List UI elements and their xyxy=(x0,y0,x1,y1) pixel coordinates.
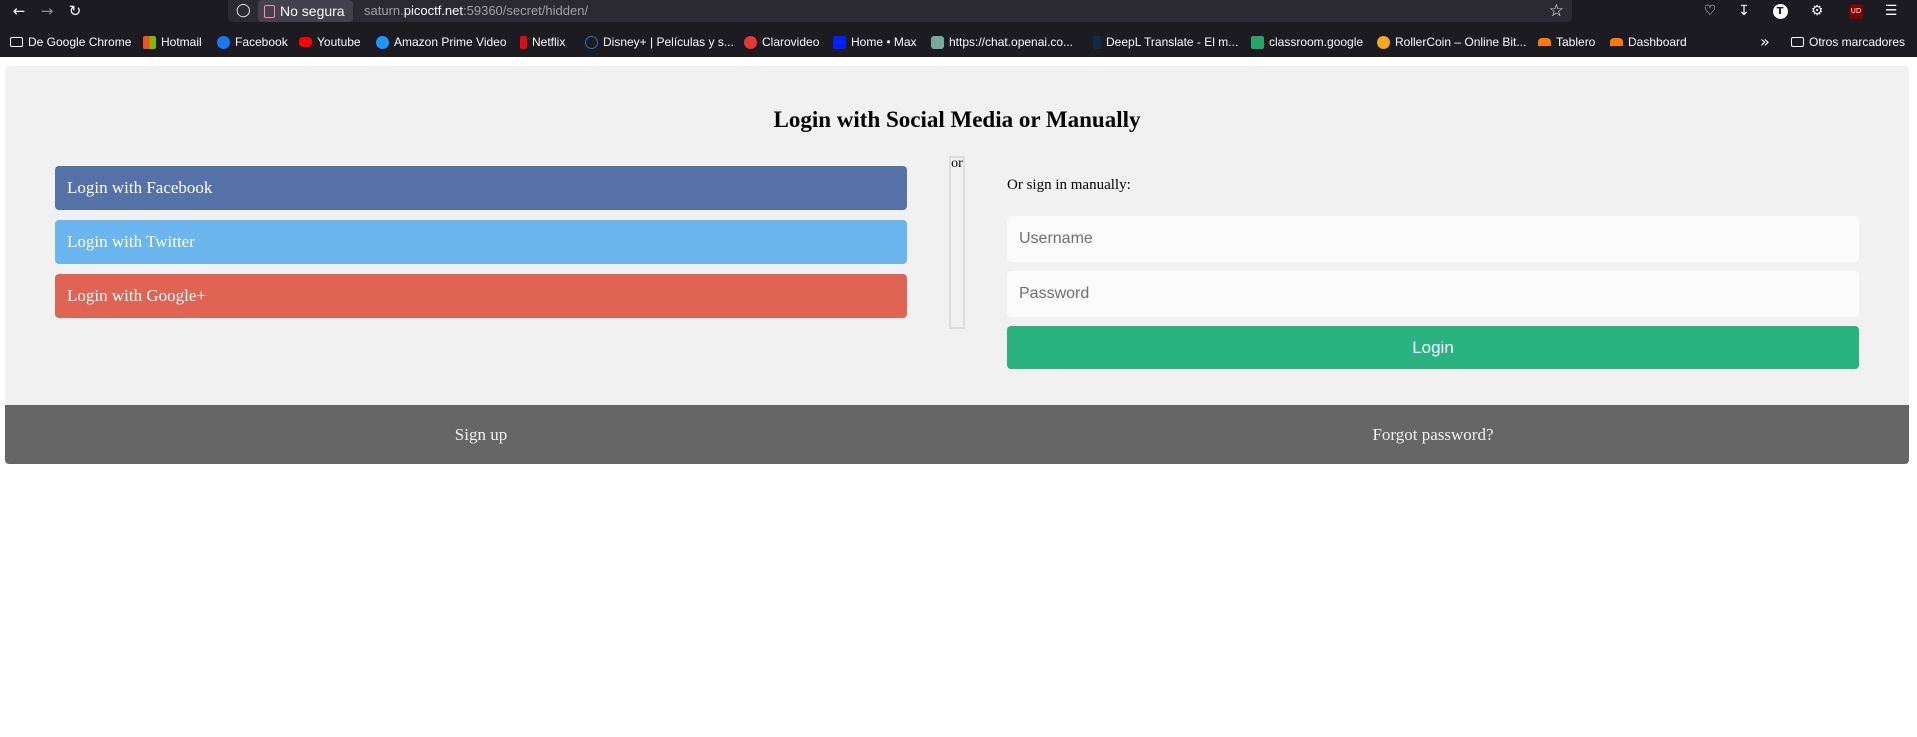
bookmark-label: Dashboard xyxy=(1628,35,1687,49)
bookmark-item[interactable]: Home • Max xyxy=(833,34,917,50)
password-input[interactable] xyxy=(1007,271,1859,317)
login-google-button[interactable]: Login with Google+ xyxy=(55,274,907,318)
bookmark-item[interactable]: classroom.google xyxy=(1251,34,1363,50)
login-facebook-button[interactable]: Login with Facebook xyxy=(55,166,907,210)
bookmark-label: Hotmail xyxy=(161,35,202,49)
prime-video-icon xyxy=(376,35,389,49)
other-bookmarks[interactable]: Otros marcadores xyxy=(1791,34,1905,50)
netflix-icon xyxy=(520,35,527,49)
bookmark-item[interactable]: Facebook xyxy=(217,34,288,50)
bookmark-label: Facebook xyxy=(235,35,288,49)
bookmark-label: Amazon Prime Video xyxy=(394,35,507,49)
folder-icon xyxy=(1791,37,1804,47)
login-button[interactable]: Login xyxy=(1007,326,1859,369)
bookmark-item[interactable]: Amazon Prime Video xyxy=(376,34,507,50)
signup-link[interactable]: Sign up xyxy=(5,405,957,464)
login-twitter-button[interactable]: Login with Twitter xyxy=(55,220,907,264)
ublock-badge: UD xyxy=(1849,3,1863,19)
bookmark-label: Clarovideo xyxy=(762,35,820,49)
bookmark-item[interactable]: Clarovideo xyxy=(744,34,819,50)
menu-icon[interactable]: ☰ xyxy=(1880,1,1902,21)
url-path: :59360/secret/hidden/ xyxy=(463,3,589,18)
max-icon xyxy=(833,35,846,49)
rollercoin-icon xyxy=(1377,35,1390,49)
url-subdomain: saturn. xyxy=(364,3,404,18)
bookmark-item[interactable]: RollerCoin – Online Bit... xyxy=(1377,34,1526,50)
back-arrow-icon[interactable]: ← xyxy=(4,0,34,22)
classroom-icon xyxy=(1251,35,1264,49)
or-label: or xyxy=(951,156,963,171)
login-container: Login with Social Media or Manually Logi… xyxy=(5,66,1909,405)
bookmark-item[interactable]: Dashboard xyxy=(1610,34,1687,50)
microsoft-icon xyxy=(143,35,156,49)
bookmark-label: https://chat.openai.co... xyxy=(949,35,1074,49)
footer-bar: Sign up Forgot password? xyxy=(5,405,1909,464)
disney-icon xyxy=(585,35,598,49)
username-input[interactable] xyxy=(1007,216,1859,262)
account-avatar[interactable]: T xyxy=(1769,1,1791,21)
pocket-icon[interactable]: ♡ xyxy=(1699,1,1721,21)
vertical-divider xyxy=(949,156,965,329)
other-bookmarks-label: Otros marcadores xyxy=(1809,35,1906,49)
address-bar[interactable]: ◯ No segura saturn.picoctf.net:59360/sec… xyxy=(228,0,1572,22)
forward-arrow-icon[interactable]: → xyxy=(32,0,62,22)
url-domain: picoctf.net xyxy=(403,3,464,18)
facebook-icon xyxy=(217,35,230,49)
bookmarks-overflow-icon[interactable]: » xyxy=(1760,32,1770,51)
tracking-shield-icon[interactable]: ◯ xyxy=(236,3,251,18)
dashboard-icon xyxy=(1610,38,1623,46)
bookmark-label: RollerCoin – Online Bit... xyxy=(1395,35,1527,49)
bookmark-label: classroom.google xyxy=(1269,35,1364,49)
bookmark-item[interactable]: Netflix xyxy=(520,34,565,50)
openai-icon xyxy=(931,35,944,49)
bookmark-item[interactable]: https://chat.openai.co... xyxy=(931,34,1073,50)
reload-icon[interactable]: ↻ xyxy=(60,0,90,22)
bookmark-label: Home • Max xyxy=(851,35,917,49)
bookmark-label: DeepL Translate - El m... xyxy=(1106,35,1239,49)
manual-signin-hint: Or sign in manually: xyxy=(1007,177,1131,193)
bookmarks-bar: De Google Chrome Hotmail Facebook Youtub… xyxy=(0,27,1917,57)
ublock-icon[interactable]: UD xyxy=(1845,1,1867,21)
bookmark-label: Netflix xyxy=(532,35,566,49)
security-label: No segura xyxy=(280,3,345,19)
page-title: Login with Social Media or Manually xyxy=(773,107,1141,132)
bookmark-label: Disney+ | Películas y s... xyxy=(603,35,734,49)
tablero-icon xyxy=(1538,38,1551,46)
bookmark-item[interactable]: Disney+ | Películas y s... xyxy=(585,34,734,50)
folder-icon xyxy=(10,37,23,47)
security-indicator[interactable]: No segura xyxy=(258,0,353,22)
downloads-icon[interactable]: ↧ xyxy=(1733,1,1755,21)
clarovideo-icon xyxy=(744,35,757,49)
bookmark-label: Tablero xyxy=(1556,35,1596,49)
bookmark-label: Youtube xyxy=(317,35,361,49)
avatar-initial: T xyxy=(1772,3,1788,19)
bookmark-item[interactable]: DeepL Translate - El m... xyxy=(1093,34,1238,50)
deepl-icon xyxy=(1093,35,1101,49)
bookmark-item[interactable]: Hotmail xyxy=(143,34,202,50)
bookmark-item[interactable]: Youtube xyxy=(299,34,361,50)
browser-toolbar: ← → ↻ ◯ No segura saturn.picoctf.net:593… xyxy=(0,0,1917,27)
youtube-icon xyxy=(299,37,312,47)
insecure-lock-icon xyxy=(264,4,275,18)
bookmark-label: De Google Chrome xyxy=(28,35,132,49)
extensions-icon[interactable]: ⚙ xyxy=(1806,1,1828,21)
forgot-password-link[interactable]: Forgot password? xyxy=(957,405,1909,464)
bookmark-item[interactable]: Tablero xyxy=(1538,34,1595,50)
bookmark-item[interactable]: De Google Chrome xyxy=(10,34,131,50)
bookmark-star-icon[interactable]: ☆ xyxy=(1549,1,1564,21)
url-text[interactable]: saturn.picoctf.net:59360/secret/hidden/ xyxy=(364,3,588,18)
